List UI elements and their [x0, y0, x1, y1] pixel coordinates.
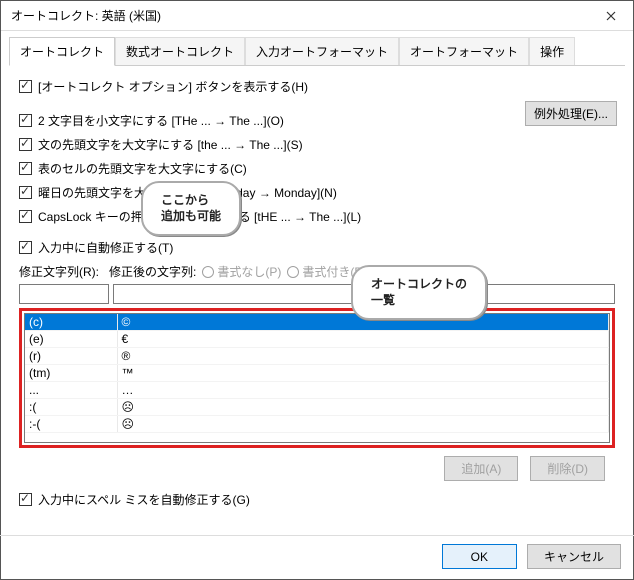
checkbox-capslock[interactable] [19, 210, 32, 223]
table: (c)©(e)€(r)®(tm)™...…:(☹:-(☹ [25, 314, 609, 433]
add-button[interactable]: 追加(A) [444, 456, 518, 481]
pane: [オートコレクト オプション] ボタンを表示する(H) 2 文字目を小文字にする… [9, 66, 625, 523]
replace-label: 修正文字列(R): [19, 263, 99, 280]
close-icon [606, 11, 616, 21]
label-two-caps[interactable]: 2 文字目を小文字にする [THe ... → The ...](O) [38, 112, 284, 129]
checkbox-show-options[interactable] [19, 80, 32, 93]
annotation-list: オートコレクトの 一覧 [351, 265, 487, 320]
label-spellfix[interactable]: 入力中にスペル ミスを自動修正する(G) [38, 491, 250, 508]
tab-math-autocorrect[interactable]: 数式オートコレクト [115, 37, 245, 65]
ok-button[interactable]: OK [442, 544, 517, 569]
replace-input[interactable] [19, 284, 109, 304]
table-highlight: (c)©(e)€(r)®(tm)™...…:(☹:-(☹ [19, 308, 615, 448]
with-label: 修正後の文字列: [109, 263, 196, 280]
autocorrect-dialog: オートコレクト: 英語 (米国) オートコレクト 数式オートコレクト 入力オート… [0, 0, 634, 580]
table-row[interactable]: ...… [25, 382, 609, 399]
tab-autoformat-typing[interactable]: 入力オートフォーマット [245, 37, 399, 65]
titlebar: オートコレクト: 英語 (米国) [1, 1, 633, 31]
table-row[interactable]: (e)€ [25, 331, 609, 348]
exceptions-button[interactable]: 例外処理(E)... [525, 101, 617, 126]
tab-autocorrect[interactable]: オートコレクト [9, 37, 115, 66]
checkbox-two-caps[interactable] [19, 114, 32, 127]
close-button[interactable] [588, 1, 633, 31]
window-title: オートコレクト: 英語 (米国) [11, 7, 588, 24]
table-row[interactable]: (r)® [25, 348, 609, 365]
tab-actions[interactable]: 操作 [529, 37, 575, 65]
table-row[interactable]: :-(☹ [25, 416, 609, 433]
table-row[interactable]: :(☹ [25, 399, 609, 416]
checkbox-table-cap[interactable] [19, 162, 32, 175]
annotation-add-here: ここから 追加も可能 [141, 181, 241, 236]
checkbox-auto-replace[interactable] [19, 241, 32, 254]
tab-autoformat[interactable]: オートフォーマット [399, 37, 529, 65]
label-sentence-cap[interactable]: 文の先頭文字を大文字にする [the ... → The ...](S) [38, 136, 303, 153]
checkbox-spellfix[interactable] [19, 493, 32, 506]
tab-bar: オートコレクト 数式オートコレクト 入力オートフォーマット オートフォーマット … [9, 37, 625, 66]
label-show-options[interactable]: [オートコレクト オプション] ボタンを表示する(H) [38, 78, 308, 95]
table-row[interactable]: (c)© [25, 314, 609, 331]
content: オートコレクト 数式オートコレクト 入力オートフォーマット オートフォーマット … [1, 31, 633, 529]
checkbox-day-cap[interactable] [19, 186, 32, 199]
table-row[interactable]: (tm)™ [25, 365, 609, 382]
label-table-cap[interactable]: 表のセルの先頭文字を大文字にする(C) [38, 160, 247, 177]
cancel-button[interactable]: キャンセル [527, 544, 621, 569]
delete-button[interactable]: 削除(D) [530, 456, 605, 481]
footer: OK キャンセル [442, 544, 621, 569]
radio-plain: 書式なし(P) [202, 263, 281, 280]
checkbox-sentence-cap[interactable] [19, 138, 32, 151]
label-auto-replace[interactable]: 入力中に自動修正する(T) [38, 239, 173, 256]
replacements-table[interactable]: (c)©(e)€(r)®(tm)™...…:(☹:-(☹ [24, 313, 610, 443]
